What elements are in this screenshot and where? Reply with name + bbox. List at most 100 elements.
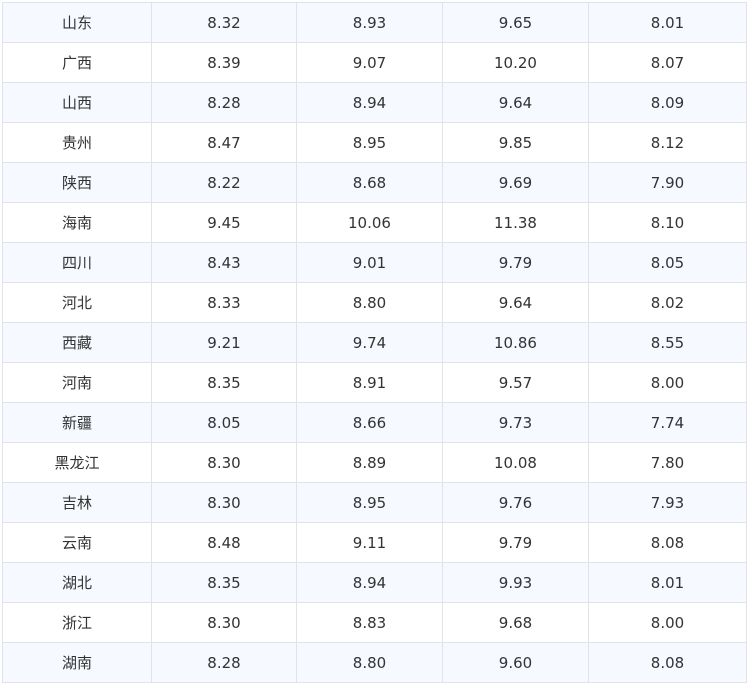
table-row: 西藏 9.21 9.74 10.86 8.55 [2, 322, 747, 363]
value-cell: 10.86 [442, 322, 589, 363]
value-cell: 8.30 [151, 482, 297, 523]
value-cell: 8.95 [296, 122, 443, 163]
region-cell: 海南 [2, 202, 152, 243]
price-table-container: 山东 8.32 8.93 9.65 8.01 广西 8.39 9.07 10.2… [2, 2, 747, 683]
value-cell: 8.07 [588, 42, 747, 83]
value-cell: 8.01 [588, 562, 747, 603]
value-cell: 9.79 [442, 242, 589, 283]
region-cell: 吉林 [2, 482, 152, 523]
table-row: 浙江 8.30 8.83 9.68 8.00 [2, 602, 747, 643]
value-cell: 8.08 [588, 642, 747, 683]
value-cell: 8.91 [296, 362, 443, 403]
value-cell: 8.89 [296, 442, 443, 483]
value-cell: 8.35 [151, 562, 297, 603]
value-cell: 7.74 [588, 402, 747, 443]
region-cell: 河南 [2, 362, 152, 403]
value-cell: 8.22 [151, 162, 297, 203]
value-cell: 10.06 [296, 202, 443, 243]
region-cell: 广西 [2, 42, 152, 83]
value-cell: 8.94 [296, 82, 443, 123]
region-cell: 山西 [2, 82, 152, 123]
table-row: 河北 8.33 8.80 9.64 8.02 [2, 282, 747, 323]
value-cell: 8.68 [296, 162, 443, 203]
value-cell: 9.21 [151, 322, 297, 363]
value-cell: 9.85 [442, 122, 589, 163]
value-cell: 8.32 [151, 2, 297, 43]
value-cell: 8.12 [588, 122, 747, 163]
table-row: 广西 8.39 9.07 10.20 8.07 [2, 42, 747, 83]
region-cell: 山东 [2, 2, 152, 43]
region-cell: 四川 [2, 242, 152, 283]
value-cell: 9.45 [151, 202, 297, 243]
value-cell: 9.11 [296, 522, 443, 563]
value-cell: 8.00 [588, 602, 747, 643]
table-row: 山西 8.28 8.94 9.64 8.09 [2, 82, 747, 123]
value-cell: 8.28 [151, 642, 297, 683]
value-cell: 8.05 [151, 402, 297, 443]
value-cell: 9.60 [442, 642, 589, 683]
value-cell: 8.08 [588, 522, 747, 563]
value-cell: 8.48 [151, 522, 297, 563]
region-cell: 湖南 [2, 642, 152, 683]
value-cell: 8.02 [588, 282, 747, 323]
value-cell: 9.64 [442, 282, 589, 323]
region-cell: 河北 [2, 282, 152, 323]
region-cell: 西藏 [2, 322, 152, 363]
value-cell: 8.10 [588, 202, 747, 243]
region-cell: 黑龙江 [2, 442, 152, 483]
table-row: 河南 8.35 8.91 9.57 8.00 [2, 362, 747, 403]
value-cell: 8.66 [296, 402, 443, 443]
value-cell: 8.80 [296, 282, 443, 323]
value-cell: 11.38 [442, 202, 589, 243]
price-table-body: 山东 8.32 8.93 9.65 8.01 广西 8.39 9.07 10.2… [2, 2, 747, 683]
table-row: 吉林 8.30 8.95 9.76 7.93 [2, 482, 747, 523]
value-cell: 9.69 [442, 162, 589, 203]
value-cell: 8.28 [151, 82, 297, 123]
value-cell: 8.35 [151, 362, 297, 403]
table-row: 山东 8.32 8.93 9.65 8.01 [2, 2, 747, 43]
value-cell: 8.47 [151, 122, 297, 163]
value-cell: 7.80 [588, 442, 747, 483]
region-cell: 云南 [2, 522, 152, 563]
value-cell: 9.74 [296, 322, 443, 363]
value-cell: 8.43 [151, 242, 297, 283]
value-cell: 9.68 [442, 602, 589, 643]
value-cell: 10.08 [442, 442, 589, 483]
value-cell: 8.95 [296, 482, 443, 523]
table-row: 湖北 8.35 8.94 9.93 8.01 [2, 562, 747, 603]
value-cell: 8.30 [151, 602, 297, 643]
table-row: 贵州 8.47 8.95 9.85 8.12 [2, 122, 747, 163]
value-cell: 8.09 [588, 82, 747, 123]
value-cell: 9.57 [442, 362, 589, 403]
value-cell: 8.33 [151, 282, 297, 323]
value-cell: 7.90 [588, 162, 747, 203]
value-cell: 9.65 [442, 2, 589, 43]
region-cell: 贵州 [2, 122, 152, 163]
value-cell: 8.55 [588, 322, 747, 363]
region-cell: 新疆 [2, 402, 152, 443]
table-row: 黑龙江 8.30 8.89 10.08 7.80 [2, 442, 747, 483]
value-cell: 9.07 [296, 42, 443, 83]
value-cell: 8.39 [151, 42, 297, 83]
value-cell: 8.00 [588, 362, 747, 403]
value-cell: 9.73 [442, 402, 589, 443]
table-row: 四川 8.43 9.01 9.79 8.05 [2, 242, 747, 283]
region-cell: 陕西 [2, 162, 152, 203]
value-cell: 8.01 [588, 2, 747, 43]
value-cell: 8.30 [151, 442, 297, 483]
value-cell: 9.64 [442, 82, 589, 123]
value-cell: 10.20 [442, 42, 589, 83]
value-cell: 9.93 [442, 562, 589, 603]
value-cell: 9.76 [442, 482, 589, 523]
value-cell: 9.01 [296, 242, 443, 283]
table-row: 湖南 8.28 8.80 9.60 8.08 [2, 642, 747, 683]
table-row: 云南 8.48 9.11 9.79 8.08 [2, 522, 747, 563]
table-row: 海南 9.45 10.06 11.38 8.10 [2, 202, 747, 243]
table-row: 新疆 8.05 8.66 9.73 7.74 [2, 402, 747, 443]
value-cell: 9.79 [442, 522, 589, 563]
value-cell: 8.05 [588, 242, 747, 283]
value-cell: 7.93 [588, 482, 747, 523]
region-cell: 浙江 [2, 602, 152, 643]
value-cell: 8.83 [296, 602, 443, 643]
value-cell: 8.94 [296, 562, 443, 603]
